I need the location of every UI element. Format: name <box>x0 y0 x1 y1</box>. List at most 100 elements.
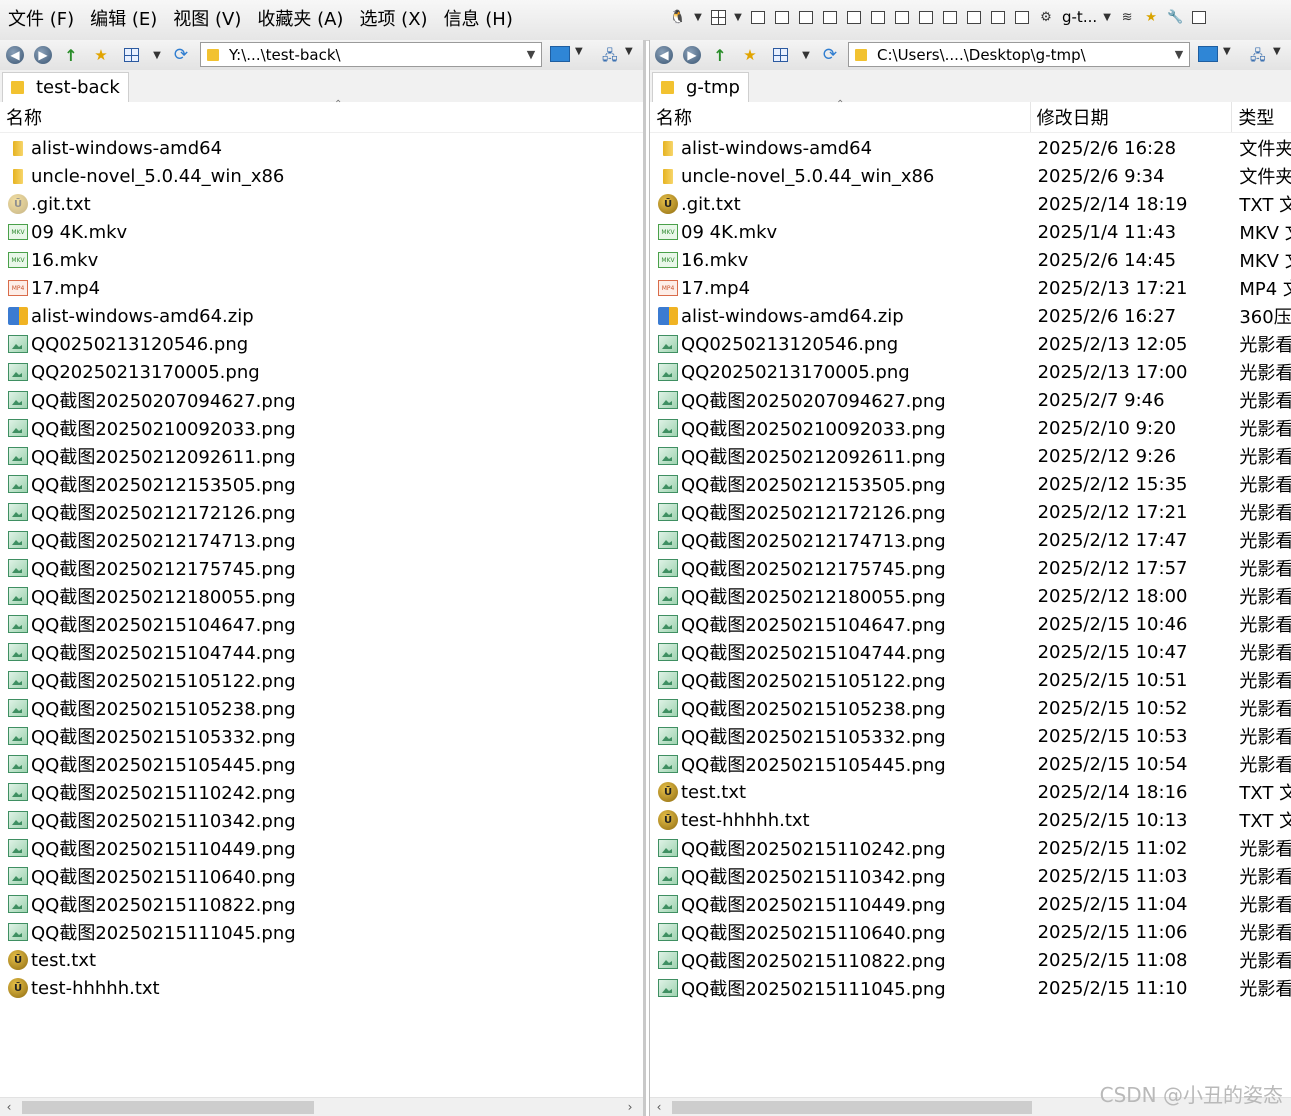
menu-info[interactable]: 信息 (H) <box>436 8 521 32</box>
file-row[interactable]: QQ截图20250215105238.png 2025/2/15 10:52 光影看 <box>650 694 1291 722</box>
layout-icon[interactable] <box>844 7 864 27</box>
file-row[interactable]: QQ截图20250215110342.png 2025/2/15 11:03 光影看 <box>650 862 1291 890</box>
file-row[interactable]: alist-windows-amd64 2025/2/6 16:28 文件夹 <box>650 134 1291 162</box>
sync-icon[interactable]: ⚙ <box>1036 7 1056 27</box>
file-name-cell[interactable]: MP4 17.mp4 <box>0 278 640 299</box>
file-name-cell[interactable]: alist-windows-amd64.zip <box>0 306 640 327</box>
up-folder-icon[interactable]: ↑ <box>62 46 80 65</box>
tab-test-back[interactable]: test-back <box>2 72 129 102</box>
file-name-cell[interactable]: QQ截图20250215105238.png <box>0 695 640 721</box>
file-name-cell[interactable]: QQ截图20250215105238.png <box>650 695 1030 721</box>
file-row[interactable]: alist-windows-amd64.zip 2025/2/6 16:27 360… <box>650 302 1291 330</box>
file-row[interactable]: QQ20250213170005.png <box>0 358 643 386</box>
file-name-cell[interactable]: QQ截图20250212175745.png <box>650 555 1030 581</box>
scroll-left-icon[interactable]: ‹ <box>0 1098 18 1116</box>
file-name-cell[interactable]: QQ截图20250212153505.png <box>650 471 1030 497</box>
file-row[interactable]: QQ截图20250212153505.png <box>0 470 643 498</box>
refresh-icon[interactable]: ⟳ <box>172 45 190 65</box>
file-name-cell[interactable]: QQ截图20250212174713.png <box>650 527 1030 553</box>
file-row[interactable]: QQ0250213120546.png <box>0 330 643 358</box>
file-name-cell[interactable]: QQ截图20250215110822.png <box>650 947 1030 973</box>
file-name-cell[interactable]: QQ截图20250215104647.png <box>0 611 640 637</box>
back-icon[interactable]: ◀ <box>6 46 24 64</box>
file-row[interactable]: QQ截图20250215104744.png <box>0 638 643 666</box>
scrollbar-thumb[interactable] <box>22 1101 314 1114</box>
file-row[interactable]: QQ0250213120546.png 2025/2/13 12:05 光影看 <box>650 330 1291 358</box>
file-row[interactable]: QQ截图20250215110449.png 2025/2/15 11:04 光影看 <box>650 890 1291 918</box>
file-name-cell[interactable]: QQ截图20250215104744.png <box>0 639 640 665</box>
layout-icon[interactable] <box>820 7 840 27</box>
file-name-cell[interactable]: QQ20250213170005.png <box>650 362 1030 383</box>
sync-label[interactable]: g-t... <box>1062 8 1097 26</box>
file-name-cell[interactable]: QQ0250213120546.png <box>650 334 1030 355</box>
file-name-cell[interactable]: QQ截图20250215105332.png <box>0 723 640 749</box>
file-name-cell[interactable]: QQ截图20250212092611.png <box>0 443 640 469</box>
window-icon[interactable] <box>1189 7 1209 27</box>
file-row[interactable]: QQ截图20250215110342.png <box>0 806 643 834</box>
file-row[interactable]: MKV 09 4K.mkv <box>0 218 643 246</box>
file-name-cell[interactable]: QQ截图20250215110342.png <box>650 863 1030 889</box>
file-name-cell[interactable]: QQ截图20250215105445.png <box>0 751 640 777</box>
view-mode-icon[interactable] <box>771 46 789 64</box>
file-name-cell[interactable]: QQ截图20250215105332.png <box>650 723 1030 749</box>
file-row[interactable]: QQ截图20250215111045.png <box>0 918 643 946</box>
file-name-cell[interactable]: QQ截图20250212180055.png <box>650 583 1030 609</box>
file-name-cell[interactable]: QQ截图20250215111045.png <box>650 975 1030 1001</box>
file-row[interactable]: QQ截图20250212180055.png <box>0 582 643 610</box>
menu-file[interactable]: 文件 (F) <box>0 8 82 32</box>
layout-icon[interactable] <box>940 7 960 27</box>
file-row[interactable]: QQ截图20250212180055.png 2025/2/12 18:00 光影看 <box>650 582 1291 610</box>
file-name-cell[interactable]: alist-windows-amd64 <box>0 138 640 159</box>
file-name-cell[interactable]: MKV 16.mkv <box>650 250 1030 271</box>
file-row[interactable]: QQ截图20250212172126.png <box>0 498 643 526</box>
file-name-cell[interactable]: alist-windows-amd64 <box>650 138 1030 159</box>
scrollbar-thumb[interactable] <box>672 1101 1032 1114</box>
layout-icon[interactable] <box>964 7 984 27</box>
file-row[interactable]: QQ截图20250215105445.png 2025/2/15 10:54 光影看 <box>650 750 1291 778</box>
file-name-cell[interactable]: QQ截图20250207094627.png <box>0 387 640 413</box>
file-name-cell[interactable]: QQ截图20250215110242.png <box>0 779 640 805</box>
file-name-cell[interactable]: MKV 09 4K.mkv <box>0 222 640 243</box>
file-row[interactable]: QQ截图20250212153505.png 2025/2/12 15:35 光影看 <box>650 470 1291 498</box>
network-drive-icon[interactable]: 🖧 <box>602 45 618 69</box>
chevron-down-icon[interactable]: ▼ <box>1273 46 1281 57</box>
file-row[interactable]: QQ截图20250210092033.png <box>0 414 643 442</box>
column-modified[interactable]: 修改日期 <box>1029 102 1232 132</box>
layout-grid-icon[interactable] <box>708 7 728 27</box>
file-row[interactable]: QQ截图20250215110640.png 2025/2/15 11:06 光影看 <box>650 918 1291 946</box>
file-name-cell[interactable]: QQ截图20250212172126.png <box>0 499 640 525</box>
file-name-cell[interactable]: QQ截图20250215110342.png <box>0 807 640 833</box>
file-row[interactable]: MKV16.mkv 2025/2/6 14:45 MKV 文 <box>650 246 1291 274</box>
favorite-folder-icon[interactable]: ★ <box>741 46 759 64</box>
file-row[interactable]: QQ截图20250215105445.png <box>0 750 643 778</box>
file-row[interactable]: QQ截图20250215110822.png <box>0 890 643 918</box>
file-row[interactable]: alist-windows-amd64 <box>0 134 643 162</box>
file-row[interactable]: QQ截图20250212092611.png 2025/2/12 9:26 光影看 <box>650 442 1291 470</box>
chevron-down-icon[interactable]: ▼ <box>575 46 583 57</box>
star-icon[interactable]: ★ <box>1141 7 1161 27</box>
chevron-down-icon[interactable]: ▼ <box>625 46 633 57</box>
file-row[interactable]: Ūtest.txt 2025/2/14 18:16 TXT 文 <box>650 778 1291 806</box>
file-row[interactable]: QQ截图20250207094627.png 2025/2/7 9:46 光影看 <box>650 386 1291 414</box>
file-name-cell[interactable]: QQ截图20250215110449.png <box>0 835 640 861</box>
back-icon[interactable]: ◀ <box>655 46 673 64</box>
favorite-folder-icon[interactable]: ★ <box>92 46 110 64</box>
file-name-cell[interactable]: MKV 09 4K.mkv <box>650 222 1030 243</box>
address-text[interactable]: Y:\...\test-back\ <box>229 46 521 64</box>
layout-icon[interactable] <box>868 7 888 27</box>
file-name-cell[interactable]: QQ截图20250212175745.png <box>0 555 640 581</box>
file-row[interactable]: QQ截图20250212172126.png 2025/2/12 17:21 光影看 <box>650 498 1291 526</box>
layout-icon[interactable] <box>916 7 936 27</box>
file-row[interactable]: QQ截图20250212175745.png 2025/2/12 17:57 光影看 <box>650 554 1291 582</box>
file-row[interactable]: QQ截图20250215104647.png <box>0 610 643 638</box>
file-row[interactable]: QQ截图20250215105122.png 2025/2/15 10:51 光影看 <box>650 666 1291 694</box>
address-bar[interactable]: C:\Users\....\Desktop\g-tmp\ ▼ <box>848 42 1190 67</box>
chevron-down-icon[interactable]: ▼ <box>692 7 704 27</box>
file-row[interactable]: uncle-novel_5.0.44_win_x86 <box>0 162 643 190</box>
file-row[interactable]: QQ截图20250212092611.png <box>0 442 643 470</box>
file-row[interactable]: QQ截图20250215110449.png <box>0 834 643 862</box>
file-name-cell[interactable]: Ūtest.txt <box>0 950 640 971</box>
monitor-icon[interactable] <box>1198 46 1218 62</box>
network-drive-icon[interactable]: 🖧 <box>1250 45 1266 69</box>
file-name-cell[interactable]: Ū .git.txt <box>650 194 1030 215</box>
